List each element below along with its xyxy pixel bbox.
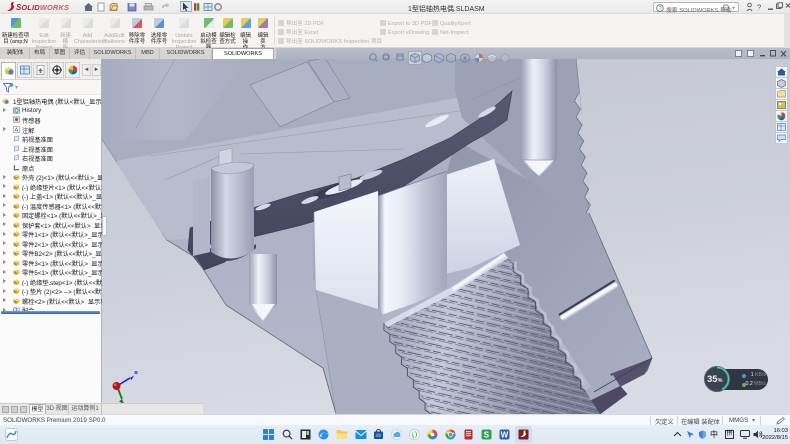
svg-text:A: A [15, 127, 19, 132]
svg-text:SOLIDWORKS: SOLIDWORKS [16, 3, 69, 12]
svg-text:?: ? [659, 6, 662, 12]
svg-text:?: ? [757, 3, 761, 12]
svg-text:S: S [484, 431, 490, 440]
svg-text:W: W [501, 431, 509, 440]
